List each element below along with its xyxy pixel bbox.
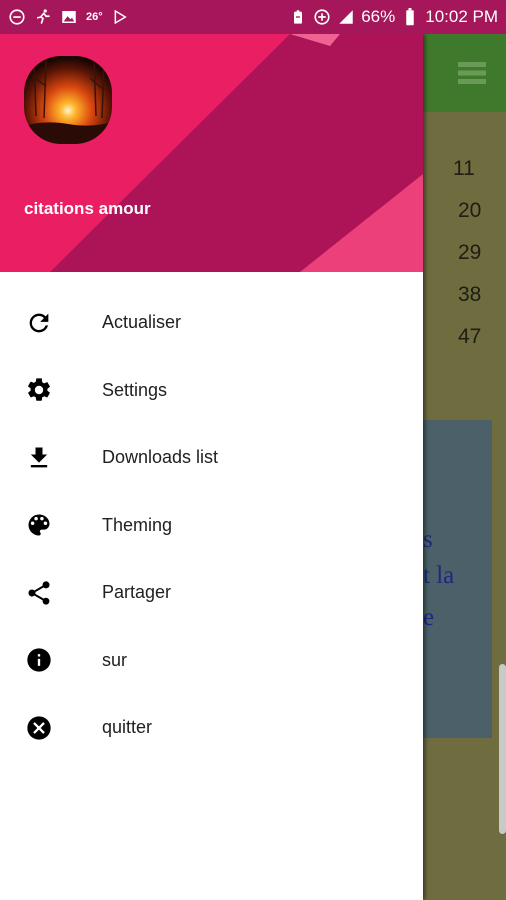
app-title: citations amour: [24, 199, 151, 218]
menu-item-sur[interactable]: sur: [0, 627, 423, 695]
grid-number: 20: [458, 199, 482, 222]
scrollbar[interactable]: [499, 664, 506, 834]
grid-number: 29: [458, 241, 482, 264]
grid-number: 47: [458, 325, 482, 348]
drawer-header: citations amour: [0, 34, 423, 272]
running-icon: [34, 8, 52, 26]
image-icon: [60, 8, 78, 26]
clock: 10:02 PM: [425, 7, 498, 26]
drawer-menu: Actualiser Settings Downloads list Themi…: [0, 272, 423, 762]
quote-text-line: e: [423, 604, 435, 631]
quote-text-line: t la: [423, 562, 455, 589]
list-view-icon[interactable]: [458, 62, 486, 84]
battery-saver-icon: [289, 8, 307, 26]
menu-item-actualiser[interactable]: Actualiser: [0, 289, 423, 357]
status-bar: 26° 66% 10:02 PM: [0, 0, 506, 34]
data-saver-icon: [313, 8, 331, 26]
menu-item-partager[interactable]: Partager: [0, 559, 423, 627]
grid-number: 38: [458, 283, 482, 306]
menu-item-label: Theming: [102, 514, 173, 535]
info-icon: [0, 646, 80, 674]
battery-percent: 66%: [361, 7, 396, 26]
download-icon: [0, 444, 80, 472]
navigation-drawer: citations amour Actualiser Settings Down…: [0, 34, 423, 900]
menu-item-label: Partager: [102, 582, 172, 603]
share-icon: [0, 579, 80, 607]
sunset-image: [24, 56, 112, 144]
menu-item-label: Settings: [102, 379, 168, 400]
quote-text-line: s: [423, 526, 433, 553]
menu-item-theming[interactable]: Theming: [0, 492, 423, 560]
refresh-icon: [0, 309, 80, 337]
menu-item-downloads-list[interactable]: Downloads list: [0, 424, 423, 492]
menu-item-settings[interactable]: Settings: [0, 357, 423, 425]
menu-item-label: quitter: [102, 717, 153, 738]
menu-item-label: sur: [102, 649, 128, 670]
menu-item-label: Downloads list: [102, 447, 219, 468]
signal-icon: [337, 8, 355, 26]
close-circle-icon: [0, 714, 80, 742]
grid-number: 11: [453, 157, 475, 180]
menu-item-label: Actualiser: [102, 312, 182, 333]
gear-icon: [0, 376, 80, 404]
battery-icon: [401, 8, 419, 26]
do-not-disturb-icon: [8, 8, 26, 26]
palette-icon: [0, 511, 80, 539]
play-store-icon: [111, 8, 129, 26]
avatar[interactable]: [24, 56, 112, 144]
weather-temperature: 26°: [86, 11, 103, 23]
menu-item-quitter[interactable]: quitter: [0, 694, 423, 762]
